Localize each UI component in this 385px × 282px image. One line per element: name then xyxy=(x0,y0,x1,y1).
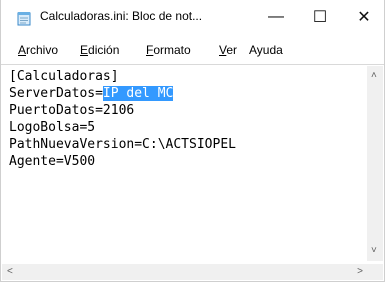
selected-text[interactable]: IP del MC xyxy=(102,86,174,101)
scrollbar-corner xyxy=(367,264,383,280)
menu-bar: Archivo Edición Formato Ver Ayuda xyxy=(1,40,384,60)
minimize-icon: — xyxy=(268,8,284,25)
notepad-window: Calculadoras.ini: Bloc de not... — ☐ ✕ A… xyxy=(0,0,385,282)
menu-edicion[interactable]: Edición xyxy=(80,43,119,57)
text-line: PuertoDatos=2106 xyxy=(9,103,135,118)
text-line: [Calculadoras] xyxy=(9,69,119,84)
text-line-prefix: ServerDatos= xyxy=(9,86,103,101)
text-line: Agente=V500 xyxy=(9,154,96,169)
menu-ver[interactable]: Ver xyxy=(219,43,237,57)
text-line: LogoBolsa=5 xyxy=(9,120,96,135)
title-bar[interactable]: Calculadoras.ini: Bloc de not... — ☐ ✕ xyxy=(1,0,384,34)
menu-archivo[interactable]: Archivo xyxy=(18,43,58,57)
menu-ayuda[interactable]: Ayuda xyxy=(249,43,283,57)
scroll-right-icon[interactable]: > xyxy=(357,267,363,277)
close-button[interactable]: ✕ xyxy=(342,0,385,34)
menu-formato[interactable]: Formato xyxy=(146,43,191,57)
window-title: Calculadoras.ini: Bloc de not... xyxy=(40,9,203,23)
horizontal-scrollbar[interactable]: < > xyxy=(2,264,368,280)
scroll-up-icon[interactable]: ˄ xyxy=(371,71,377,81)
maximize-button[interactable]: ☐ xyxy=(298,0,342,34)
text-line: PathNuevaVersion=C:\ACTSIOPEL xyxy=(9,137,236,152)
notepad-icon xyxy=(17,12,31,26)
text-line: ServerDatos=IP del MC xyxy=(9,85,365,102)
close-icon: ✕ xyxy=(357,9,371,26)
menu-divider xyxy=(1,64,384,65)
text-editor[interactable]: [Calculadoras] ServerDatos=IP del MC Pue… xyxy=(9,68,365,258)
maximize-icon: ☐ xyxy=(312,9,328,26)
vertical-scrollbar[interactable]: ˄ ˅ xyxy=(367,66,383,261)
scroll-down-icon[interactable]: ˅ xyxy=(371,246,377,256)
minimize-button[interactable]: — xyxy=(254,0,298,34)
scroll-left-icon[interactable]: < xyxy=(7,267,13,277)
